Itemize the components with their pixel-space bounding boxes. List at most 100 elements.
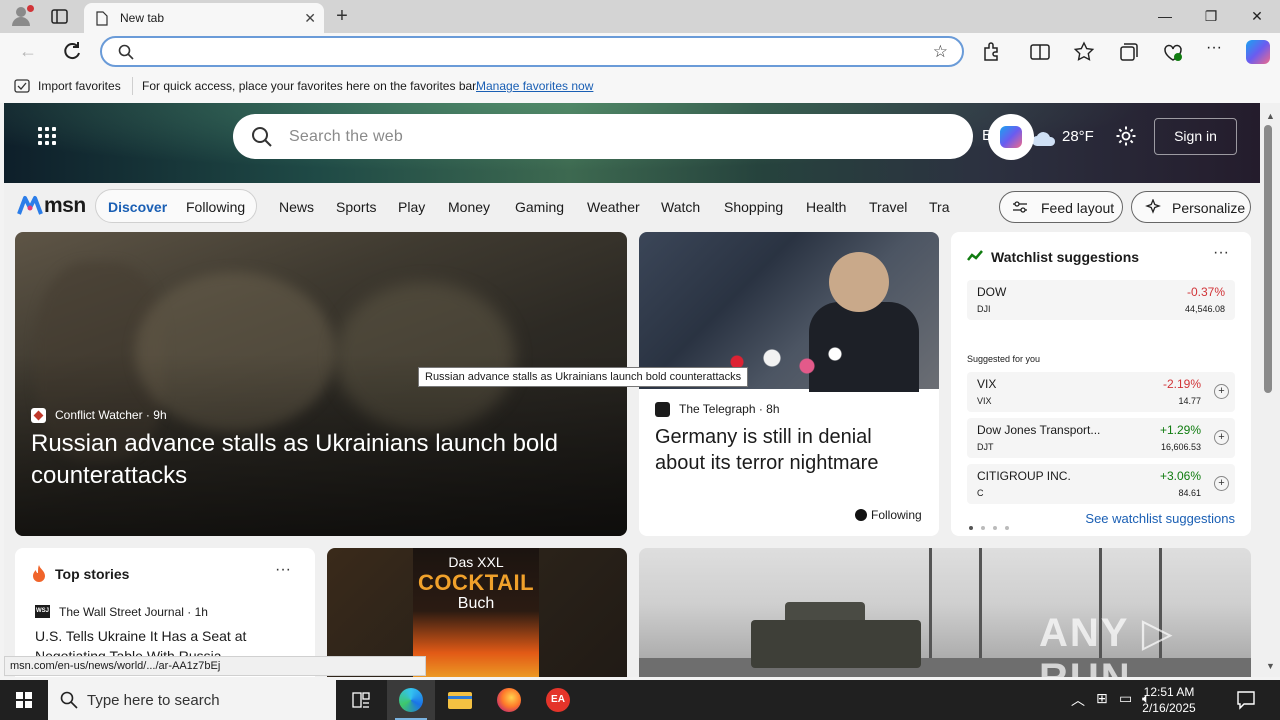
apps-grid-icon[interactable] [38, 127, 58, 147]
story-source: The Wall Street Journal · 1h [59, 605, 208, 619]
cocktail-book-image: Das XXL COCKTAIL Buch [413, 548, 539, 677]
tab-discover[interactable]: Discover [108, 199, 167, 215]
collections-icon[interactable] [1118, 41, 1140, 63]
import-favorites-button[interactable]: Import favorites [38, 79, 121, 93]
following-button[interactable]: Following [871, 508, 922, 522]
telegraph-headline[interactable]: Germany is still in denial about its ter… [655, 424, 927, 476]
category-traffic[interactable]: Tra [929, 199, 949, 215]
task-view-icon[interactable] [337, 680, 385, 720]
chart-trend-icon [967, 250, 983, 261]
stock-value: 14.77 [1178, 396, 1201, 406]
sign-in-button[interactable]: Sign in [1154, 118, 1237, 155]
story-photo [639, 232, 939, 392]
sparkle-icon [1145, 199, 1161, 214]
stock-symbol: DJI [977, 304, 991, 314]
stock-row[interactable]: DOW DJI -0.37% 44,546.08 [967, 280, 1235, 320]
more-options-icon[interactable]: ··· [1213, 244, 1229, 262]
favorite-star-icon[interactable]: ☆ [933, 42, 948, 62]
minimize-button[interactable]: — [1142, 0, 1188, 33]
gear-icon[interactable] [1115, 125, 1137, 147]
stock-row[interactable]: CITIGROUP INC. C +3.06% 84.61 + [967, 464, 1235, 504]
temperature[interactable]: 28°F [1062, 128, 1094, 145]
add-to-watchlist-icon[interactable]: + [1214, 430, 1229, 445]
refresh-icon[interactable] [60, 39, 84, 63]
category-news[interactable]: News [279, 199, 314, 215]
notifications-icon[interactable] [1236, 690, 1256, 710]
suggested-label: Suggested for you [967, 354, 1041, 364]
favorites-bar: Import favorites For quick access, place… [0, 69, 1280, 103]
stock-symbol: DJT [977, 442, 994, 452]
address-bar[interactable]: ☆ [100, 36, 964, 67]
category-watch[interactable]: Watch [661, 199, 700, 215]
story-source: Conflict Watcher · 9h [55, 408, 167, 422]
page-scrollbar[interactable]: ▲ ▼ [1260, 103, 1280, 677]
carousel-dots[interactable] [969, 517, 1017, 535]
tab-strip: New tab ✕ + — ❐ ✕ [0, 0, 1280, 33]
stock-value: 44,546.08 [1184, 304, 1225, 314]
web-search-input[interactable]: Search the web [233, 114, 973, 159]
category-gaming[interactable]: Gaming [515, 199, 564, 215]
scroll-down-icon[interactable]: ▼ [1266, 661, 1275, 671]
chevron-up-icon[interactable]: ︿ [1071, 690, 1085, 710]
category-travel[interactable]: Travel [869, 199, 907, 215]
tab-new-tab[interactable]: New tab ✕ [84, 3, 324, 33]
taskbar-search[interactable]: Type here to search [48, 680, 336, 720]
status-url: msn.com/en-us/news/world/.../ar-AA1z7bEj [4, 656, 426, 676]
category-play[interactable]: Play [398, 199, 425, 215]
copilot-badge-icon[interactable] [988, 114, 1034, 160]
stock-change: -0.37% [1186, 285, 1225, 299]
extensions-icon[interactable] [981, 41, 1003, 63]
scroll-up-icon[interactable]: ▲ [1266, 111, 1275, 121]
msn-logo-icon[interactable] [16, 192, 44, 218]
taskbar-clock[interactable]: 12:51 AM 2/16/2025 [1140, 684, 1198, 716]
windows-start-icon[interactable] [0, 680, 48, 720]
firefox-icon[interactable] [485, 680, 533, 720]
tab-following[interactable]: Following [186, 199, 245, 215]
network-icon[interactable]: ▭ [1119, 690, 1132, 707]
msn-logo-text[interactable]: msn [44, 194, 86, 218]
profile-icon[interactable] [9, 4, 35, 28]
close-tab-icon[interactable]: ✕ [304, 10, 316, 27]
tab-actions-icon[interactable] [50, 8, 70, 25]
stock-symbol: C [977, 488, 984, 498]
see-watchlist-link[interactable]: See watchlist suggestions [1085, 511, 1235, 526]
taskbar-search-placeholder: Type here to search [87, 692, 220, 709]
stock-row[interactable]: VIX VIX -2.19% 14.77 + [967, 372, 1235, 412]
restore-button[interactable]: ❐ [1188, 0, 1234, 33]
favorites-hint: For quick access, place your favorites h… [142, 79, 479, 93]
category-shopping[interactable]: Shopping [724, 199, 783, 215]
watchlist-title: Watchlist suggestions [991, 249, 1140, 265]
favorites-icon[interactable] [1073, 41, 1095, 63]
more-options-icon[interactable]: ··· [275, 561, 291, 579]
tray-app-icon[interactable]: ⊞ [1096, 690, 1108, 707]
settings-more-icon[interactable]: ··· [1206, 39, 1228, 61]
edge-taskbar-icon[interactable] [387, 680, 435, 720]
tank-story-card[interactable]: ANY ▷ RUN [639, 548, 1251, 677]
import-favorites-icon[interactable] [14, 79, 30, 93]
ea-app-icon[interactable]: EA [534, 680, 582, 720]
manage-favorites-link[interactable]: Manage favorites now [476, 79, 593, 93]
add-to-watchlist-icon[interactable]: + [1214, 384, 1229, 399]
browser-essentials-icon[interactable] [1162, 41, 1184, 63]
close-window-button[interactable]: ✕ [1234, 0, 1280, 33]
category-health[interactable]: Health [806, 199, 846, 215]
feed-layout-button[interactable]: Feed layout [999, 191, 1123, 223]
clock-date: 2/16/2025 [1142, 701, 1196, 715]
scrollbar-thumb[interactable] [1264, 125, 1272, 393]
back-button[interactable]: ← [16, 39, 40, 63]
add-to-watchlist-icon[interactable]: + [1214, 476, 1229, 491]
new-tab-button[interactable]: + [330, 4, 354, 28]
split-screen-icon[interactable] [1029, 41, 1051, 63]
stock-row[interactable]: Dow Jones Transport... DJT +1.29% 16,606… [967, 418, 1235, 458]
copilot-icon[interactable] [1246, 40, 1270, 64]
main-story-headline[interactable]: Russian advance stalls as Ukrainians lau… [31, 428, 601, 492]
top-stories-title: Top stories [55, 566, 130, 582]
category-weather[interactable]: Weather [587, 199, 640, 215]
personalize-button[interactable]: Personalize [1131, 191, 1251, 223]
stock-change: -2.19% [1162, 377, 1201, 391]
category-money[interactable]: Money [448, 199, 490, 215]
file-explorer-icon[interactable] [436, 680, 484, 720]
cloud-icon [1032, 132, 1056, 146]
category-sports[interactable]: Sports [336, 199, 376, 215]
search-icon [252, 127, 272, 147]
